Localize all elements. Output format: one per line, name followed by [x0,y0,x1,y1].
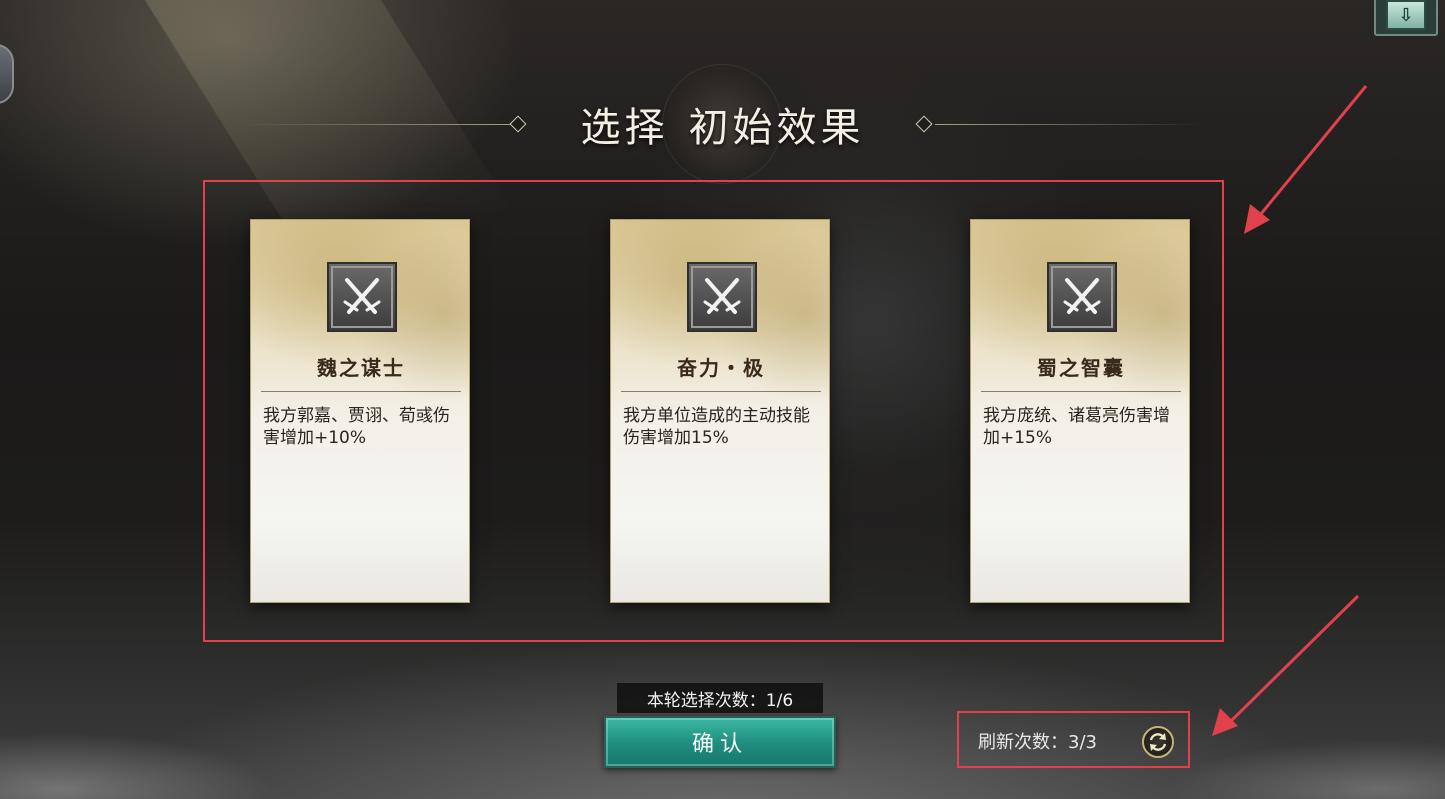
crossed-swords-icon [327,262,397,332]
card-title: 蜀之智囊 [1037,356,1125,380]
card-description: 我方单位造成的主动技能伤害增加15% [623,406,810,448]
side-menu-handle[interactable] [0,44,14,104]
page-title: 选择 初始效果 [530,92,915,156]
exit-button[interactable]: ⇩ [1374,0,1438,36]
title-ornament-diamond-left [509,115,527,133]
card-divider [261,391,461,392]
refresh-count-label: 刷新次数：3/3 [978,732,1097,753]
effect-card[interactable]: 奋力・极 我方单位造成的主动技能伤害增加15% [610,219,830,603]
crossed-swords-icon [687,262,757,332]
page-title-part1: 选择 [580,105,669,151]
exit-icon: ⇩ [1386,0,1426,30]
page-title-part2: 初始效果 [688,105,865,151]
card-description: 我方郭嘉、贾诩、荀彧伤害增加+10% [263,406,450,448]
effect-card[interactable]: 魏之谋士 我方郭嘉、贾诩、荀彧伤害增加+10% [250,219,470,603]
confirm-button[interactable]: 确认 [604,716,836,768]
title-ornament-line-right [935,124,1205,125]
title-ornament-line-left [240,124,510,125]
refresh-icon [1149,733,1167,751]
card-divider [621,391,821,392]
selection-count-label: 本轮选择次数：1/6 [617,683,823,713]
title-ornament-diamond-right [915,115,933,133]
card-divider [981,391,1181,392]
card-title: 魏之谋士 [317,356,405,380]
card-title: 奋力・极 [677,356,765,380]
annotation-arrow-top [1244,85,1368,234]
card-description: 我方庞统、诸葛亮伤害增加+15% [983,406,1170,448]
annotation-arrow-bottom [1212,594,1360,736]
crossed-swords-icon [1047,262,1117,332]
effect-card[interactable]: 蜀之智囊 我方庞统、诸葛亮伤害增加+15% [970,219,1190,603]
refresh-button[interactable] [1142,726,1174,758]
